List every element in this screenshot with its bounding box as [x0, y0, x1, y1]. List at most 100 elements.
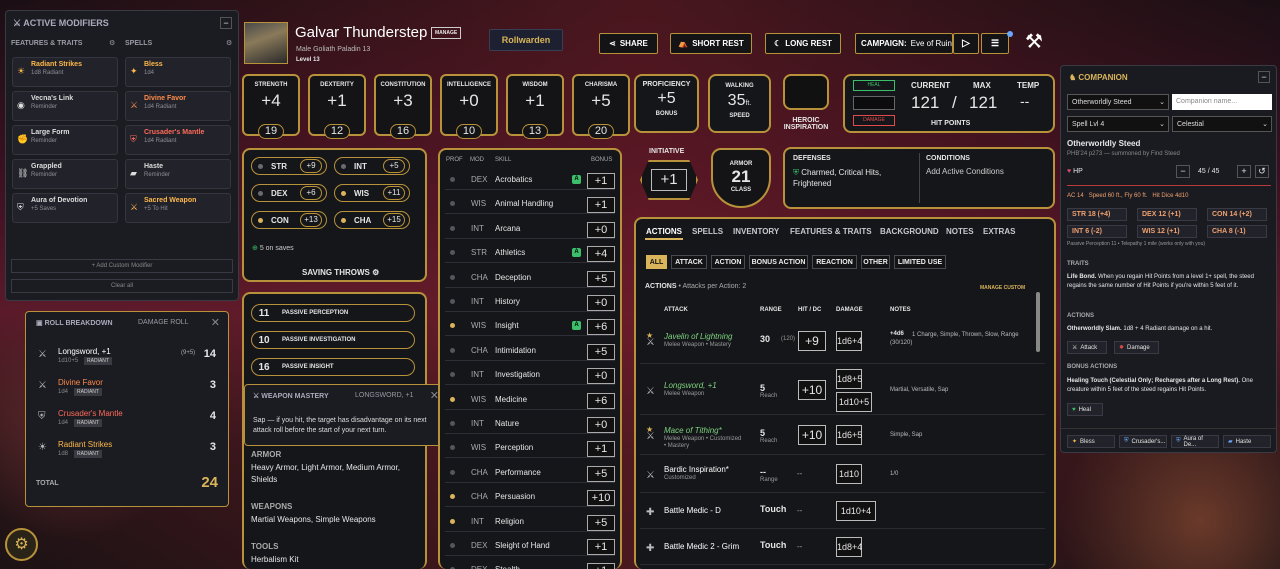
action-row[interactable]: ⚔ Longsword, +1 Melee Weapon 5 Reach +10 1d8+5…: [640, 365, 1045, 415]
skill-row[interactable]: STR Athletics A +4: [445, 243, 615, 264]
companion-type-select[interactable]: Otherworldly Steed ⌄: [1067, 94, 1169, 110]
skill-row[interactable]: DEX Acrobatics A +1: [445, 170, 615, 190]
action-row[interactable]: ✚ Battle Medic - D Touch -- 1d10+4: [640, 493, 1045, 529]
filter-other[interactable]: OTHER: [861, 255, 890, 269]
hp-decrease-button[interactable]: −: [1176, 165, 1190, 178]
action-row[interactable]: ✚ Battle Medic 2 - Grim Touch -- 1d8+4: [640, 529, 1045, 565]
hp-current[interactable]: 121: [911, 93, 939, 113]
skill-row[interactable]: INT History +0: [445, 292, 615, 312]
modifier-card[interactable]: ◉ Vecna's Link Reminder: [12, 91, 118, 121]
companion-name-input[interactable]: Companion name...: [1172, 94, 1272, 110]
skill-row[interactable]: INT Arcana +0: [445, 219, 615, 239]
modifier-card[interactable]: ✦ Bless 1d4: [125, 57, 231, 87]
skill-row[interactable]: WIS Perception +1: [445, 438, 615, 459]
modifier-card[interactable]: ⛨ Aura of Devotion +5 Saves: [12, 193, 118, 223]
skill-row[interactable]: WIS Insight A +6: [445, 316, 615, 337]
tab-extras[interactable]: EXTRAS: [983, 227, 1015, 236]
skill-row[interactable]: DEX Sleight of Hand +1: [445, 536, 615, 556]
modifier-card[interactable]: ⚔ Divine Favor 1d4 Radiant: [125, 91, 231, 121]
modifier-card[interactable]: ⛨ Crusader's Mantle 1d4 Radiant: [125, 125, 231, 155]
save-wis[interactable]: WIS +11: [334, 184, 410, 202]
gear-icon[interactable]: ⚙: [372, 268, 379, 277]
filter-reaction[interactable]: REACTION: [812, 255, 857, 269]
clear-all-button[interactable]: Clear all: [11, 279, 233, 293]
modifier-card[interactable]: ✊ Large Form Reminder: [12, 125, 118, 155]
active-effect-chip[interactable]: ⛨ Crusader's...: [1119, 435, 1167, 448]
tab-actions[interactable]: ACTIONS: [646, 227, 682, 236]
collapse-button[interactable]: −: [1258, 71, 1270, 83]
hp-increase-button[interactable]: +: [1237, 165, 1251, 178]
save-int[interactable]: INT +5: [334, 157, 410, 175]
reset-icon[interactable]: ↺: [1255, 165, 1269, 178]
ability-wisdom[interactable]: WISDOM +1 13: [506, 74, 564, 139]
tab-spells[interactable]: SPELLS: [692, 227, 723, 236]
add-custom-modifier-button[interactable]: + Add Custom Modifier: [11, 259, 233, 273]
logo-icon[interactable]: ⚒: [1025, 29, 1043, 54]
ability-intelligence[interactable]: INTELLIGENCE +0 10: [440, 74, 498, 139]
dice-roller-button[interactable]: ⚙: [5, 528, 38, 561]
play-icon[interactable]: ▷: [953, 33, 979, 54]
manage-button[interactable]: MANAGE: [431, 27, 462, 39]
filter-action[interactable]: ACTION: [711, 255, 745, 269]
skill-row[interactable]: INT Religion +5: [445, 512, 615, 532]
modifier-card[interactable]: ▰ Haste Reminder: [125, 159, 231, 189]
creature-kind-select[interactable]: Celestial ⌄: [1172, 116, 1272, 132]
list-icon[interactable]: ☰: [981, 33, 1009, 54]
ability-constitution[interactable]: CONSTITUTION +3 16: [374, 74, 432, 139]
skill-row[interactable]: WIS Medicine +6: [445, 390, 615, 410]
active-effect-chip[interactable]: ▰ Haste: [1223, 435, 1271, 448]
ability-charisma[interactable]: CHARISMA +5 20: [572, 74, 630, 139]
filter-attack[interactable]: ATTACK: [671, 255, 707, 269]
filter-limited-use[interactable]: LIMITED USE: [894, 255, 946, 269]
skill-row[interactable]: CHA Deception +5: [445, 268, 615, 288]
action-damage[interactable]: 1d8+5: [836, 369, 862, 389]
active-effect-chip[interactable]: ⛨ Aura of De...: [1171, 435, 1219, 448]
heal-button[interactable]: HEAL: [853, 80, 895, 91]
filter-all[interactable]: ALL: [646, 255, 667, 269]
action-row[interactable]: ★ ⚔ Javelin of Lightning Melee Weapon • Mas…: [640, 318, 1045, 364]
gear-icon[interactable]: ⚙: [109, 39, 115, 47]
action-damage[interactable]: 1d6+4: [836, 331, 862, 351]
short-rest-button[interactable]: ⛺ SHORT REST: [670, 33, 752, 54]
avatar[interactable]: [244, 22, 288, 64]
long-rest-button[interactable]: ☾ LONG REST: [765, 33, 841, 54]
skill-row[interactable]: DEX Stealth +1: [445, 560, 615, 569]
modifier-card[interactable]: ⛓ Grappled Reminder: [12, 159, 118, 189]
companion-damage-button[interactable]: ✸ Damage: [1114, 341, 1159, 354]
action-damage-versatile[interactable]: 1d10+5: [836, 392, 872, 412]
companion-heal-button[interactable]: ♥ Heal: [1067, 403, 1103, 416]
action-hit[interactable]: +10: [798, 380, 826, 400]
modifier-card[interactable]: ☀ Radiant Strikes 1d8 Radiant: [12, 57, 118, 87]
damage-button[interactable]: DAMAGE: [853, 115, 895, 126]
initiative-value[interactable]: +1: [651, 169, 687, 191]
tab-background[interactable]: BACKGROUND: [880, 227, 939, 236]
share-button[interactable]: ⋖ SHARE: [599, 33, 658, 54]
filter-bonus-action[interactable]: BONUS ACTION: [749, 255, 808, 269]
action-damage[interactable]: 1d10+4: [836, 501, 876, 521]
manage-custom-button[interactable]: MANAGE CUSTOM: [980, 285, 1025, 291]
action-row[interactable]: ⚔ Bardic Inspiration* Customized -- Range -- 1…: [640, 455, 1045, 493]
save-con[interactable]: CON +13: [251, 211, 327, 229]
skill-row[interactable]: WIS Animal Handling +1: [445, 194, 615, 215]
action-hit[interactable]: +10: [798, 425, 826, 445]
heroic-inspiration-toggle[interactable]: [783, 74, 829, 110]
tab-features-traits[interactable]: FEATURES & TRAITS: [790, 227, 872, 236]
skill-row[interactable]: INT Investigation +0: [445, 365, 615, 386]
skill-row[interactable]: INT Nature +0: [445, 414, 615, 434]
skill-row[interactable]: CHA Persuasion +10: [445, 487, 615, 508]
save-cha[interactable]: CHA +15: [334, 211, 410, 229]
campaign-button[interactable]: CAMPAIGN: Eve of Ruin: [855, 33, 953, 54]
hp-amount-input[interactable]: [853, 96, 895, 110]
gear-icon[interactable]: ⚙: [226, 39, 232, 47]
tab-inventory[interactable]: INVENTORY: [733, 227, 779, 236]
rollwarden-button[interactable]: Rollwarden: [489, 29, 563, 51]
ability-dexterity[interactable]: DEXTERITY +1 12: [308, 74, 366, 139]
save-str[interactable]: STR +9: [251, 157, 327, 175]
action-damage[interactable]: 1d8+4: [836, 537, 862, 557]
action-row[interactable]: ★ ⚔ Mace of Tithing* Melee Weapon • Customi…: [640, 415, 1045, 455]
add-conditions-button[interactable]: Add Active Conditions: [926, 167, 1004, 176]
collapse-button[interactable]: −: [220, 17, 232, 29]
active-effect-chip[interactable]: ✦ Bless: [1067, 435, 1115, 448]
action-damage[interactable]: 1d10: [836, 464, 862, 484]
action-hit[interactable]: +9: [798, 331, 826, 351]
